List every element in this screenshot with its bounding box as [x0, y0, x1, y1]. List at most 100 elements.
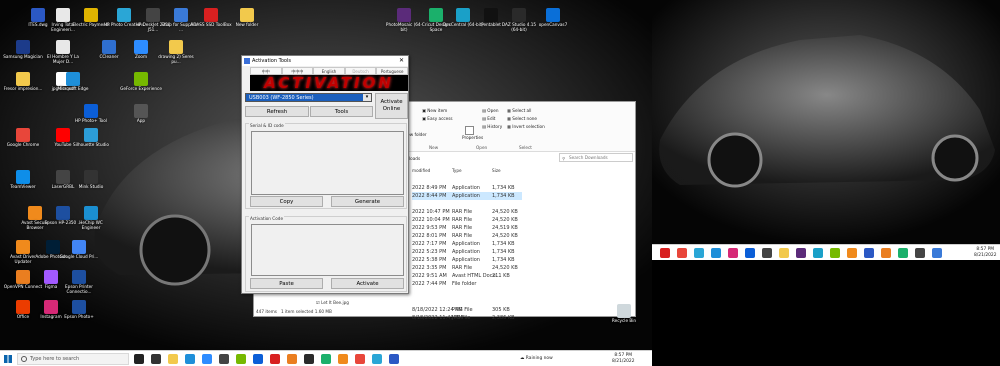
weather-widget[interactable]: ☁ Raining now — [520, 356, 553, 362]
desktop-icon[interactable]: Samsung Magician — [2, 40, 44, 60]
desktop-icon[interactable]: El Hombre Y La Mujer D... — [42, 40, 84, 64]
file-row[interactable]: 2022 10:47 PM RAR File 24,520 KB — [412, 208, 522, 216]
taskbar-app-icon[interactable] — [762, 248, 772, 258]
clock-secondary[interactable]: 8:57 PM 8/21/2022 — [974, 247, 997, 259]
taskbar-app-icon[interactable] — [219, 354, 229, 364]
taskbar-app-icon[interactable] — [915, 248, 925, 258]
desktop-icon[interactable]: GeForce Experience — [120, 72, 162, 92]
taskbar-app-icon[interactable] — [728, 248, 738, 258]
activation-code-textarea[interactable] — [251, 224, 404, 276]
taskbar-app-icon[interactable] — [881, 248, 891, 258]
file-row[interactable]: 2022 5:38 PM Application 1,734 KB — [412, 256, 522, 264]
serial-id-textarea[interactable] — [251, 131, 404, 195]
select-none-button[interactable]: ▦ Select none — [507, 116, 537, 121]
activation-tools-window[interactable]: Activation Tools ✕ 中中 中中中 English Deutsch… — [241, 55, 409, 294]
file-row[interactable]: 2022 7:17 PM Application 1,734 KB — [412, 240, 522, 248]
file-row[interactable]: 2022 3:35 PM RAR File 24,520 KB — [412, 264, 522, 272]
taskbar-app-icon[interactable] — [253, 354, 263, 364]
refresh-button[interactable]: Refresh — [245, 106, 309, 117]
clock[interactable]: 8:57 PM 8/21/2022 — [612, 353, 635, 365]
taskbar-app-icon[interactable] — [779, 248, 789, 258]
taskbar-app-icon[interactable] — [202, 354, 212, 364]
taskbar-app-icon[interactable] — [355, 354, 365, 364]
file-row[interactable]: 2022 8:01 PM RAR File 24,520 KB — [412, 232, 522, 240]
desktop-icon[interactable]: Mink Studio — [70, 170, 112, 190]
window-title-bar[interactable]: Activation Tools ✕ — [242, 56, 408, 66]
taskbar-search-box[interactable]: Type here to search — [17, 353, 129, 365]
file-row[interactable]: 8/18/2022 11:43 PM JPG File 2,386 KB — [412, 314, 522, 322]
taskbar-app-icon[interactable] — [847, 248, 857, 258]
activate-online-button[interactable]: Activate Online — [375, 93, 408, 119]
taskbar-app-icon[interactable] — [372, 354, 382, 364]
easy-access-button[interactable]: ▣ Easy access — [422, 116, 453, 121]
selected-file-name[interactable]: ☑ Let It Bee.jpg — [316, 300, 349, 305]
tab-language-2[interactable]: 中中中 — [281, 67, 314, 75]
desktop-icon[interactable]: Silhouette Studio — [70, 128, 112, 148]
recycle-bin-icon[interactable]: Recycle Bin — [603, 304, 645, 324]
desktop-icon[interactable]: TeamViewer — [2, 170, 44, 190]
column-header-type[interactable]: Type — [452, 168, 462, 173]
open-button[interactable]: ▤ Open — [482, 108, 498, 113]
taskbar-app-icon[interactable] — [830, 248, 840, 258]
taskbar-app-icon[interactable] — [151, 354, 161, 364]
desktop-icon[interactable]: App — [120, 104, 162, 124]
chevron-down-icon[interactable]: ▾ — [363, 94, 371, 101]
desktop-icon[interactable]: Google Chrome — [2, 128, 44, 148]
desktop-icon[interactable]: openCanvas7 — [532, 8, 574, 28]
desktop-icon[interactable]: HeChip WC Engineer — [70, 206, 112, 230]
start-button[interactable] — [4, 355, 12, 363]
taskbar-app-icon[interactable] — [711, 248, 721, 258]
edit-button[interactable]: ▤ Edit — [482, 116, 495, 121]
taskbar-app-icon[interactable] — [321, 354, 331, 364]
copy-button[interactable]: Copy — [250, 196, 323, 207]
taskbar-app-icon[interactable] — [338, 354, 348, 364]
taskbar-app-icon[interactable] — [287, 354, 297, 364]
desktop-icon[interactable]: HP Photo+ Tool — [70, 104, 112, 124]
taskbar-app-icon[interactable] — [185, 354, 195, 364]
taskbar-app-icon[interactable] — [304, 354, 314, 364]
taskbar-app-icon[interactable] — [236, 354, 246, 364]
taskbar-app-icon[interactable] — [660, 248, 670, 258]
new-item-button[interactable]: ▣ New item — [422, 108, 447, 113]
desktop-icon[interactable]: Microsoft Edge — [52, 72, 94, 92]
taskbar-app-icon[interactable] — [389, 354, 399, 364]
history-button[interactable]: ▤ History — [482, 124, 502, 129]
taskbar-app-icon[interactable] — [677, 248, 687, 258]
taskbar-app-icon[interactable] — [270, 354, 280, 364]
file-row[interactable]: 2022 9:53 PM RAR File 24,519 KB — [412, 224, 522, 232]
close-icon[interactable]: ✕ — [399, 56, 404, 66]
taskbar-app-icon[interactable] — [813, 248, 823, 258]
file-row[interactable]: 2022 8:49 PM Application 1,734 KB — [412, 184, 522, 192]
activate-button[interactable]: Activate — [331, 278, 404, 289]
file-row[interactable]: 2022 7:44 PM File folder — [412, 280, 522, 288]
desktop-icon[interactable]: drawing 2) Seres pu... — [155, 40, 197, 64]
taskbar-app-icon[interactable] — [168, 354, 178, 364]
desktop-icon[interactable]: New folder — [226, 8, 268, 28]
taskbar-app-icon[interactable] — [864, 248, 874, 258]
paste-button[interactable]: Paste — [250, 278, 323, 289]
file-row[interactable]: 2022 9:51 AM Avast HTML Docu... 211 KB — [412, 272, 522, 280]
taskbar-app-icon[interactable] — [134, 354, 144, 364]
file-row[interactable]: 2022 8:44 PM Application 1,734 KB — [412, 192, 522, 200]
desktop-icon[interactable]: Fresor impresion... — [2, 72, 44, 92]
desktop-icon[interactable]: Epson Photo+ — [58, 300, 100, 320]
file-row[interactable]: 2022 10:04 PM RAR File 24,520 KB — [412, 216, 522, 224]
generate-button[interactable]: Generate — [331, 196, 404, 207]
file-row[interactable]: 2022 5:23 PM Application 1,734 KB — [412, 248, 522, 256]
device-select[interactable]: USB003 (WF-2850 Series) ▾ — [245, 93, 372, 102]
breadcrumb[interactable]: loads — [409, 156, 420, 161]
desktop-icon[interactable]: Epson Printer Connectio... — [58, 270, 100, 294]
tab-language-1[interactable]: 中中 — [250, 67, 282, 75]
tab-english[interactable]: English — [313, 67, 345, 75]
taskbar-app-icon[interactable] — [932, 248, 942, 258]
column-header-modified[interactable]: modified — [412, 168, 430, 173]
column-header-size[interactable]: Size — [492, 168, 501, 173]
tab-portuguese[interactable]: Portuguese — [376, 67, 408, 75]
taskbar-app-icon[interactable] — [745, 248, 755, 258]
properties-button[interactable]: Properties — [462, 126, 483, 140]
file-row[interactable]: 8/18/2022 12:24 PM PNG File 305 KB — [412, 306, 522, 314]
search-input[interactable]: ⚲ Search Downloads — [559, 153, 633, 162]
taskbar-app-icon[interactable] — [694, 248, 704, 258]
taskbar-app-icon[interactable] — [898, 248, 908, 258]
invert-selection-button[interactable]: ▦ Invert selection — [507, 124, 545, 129]
